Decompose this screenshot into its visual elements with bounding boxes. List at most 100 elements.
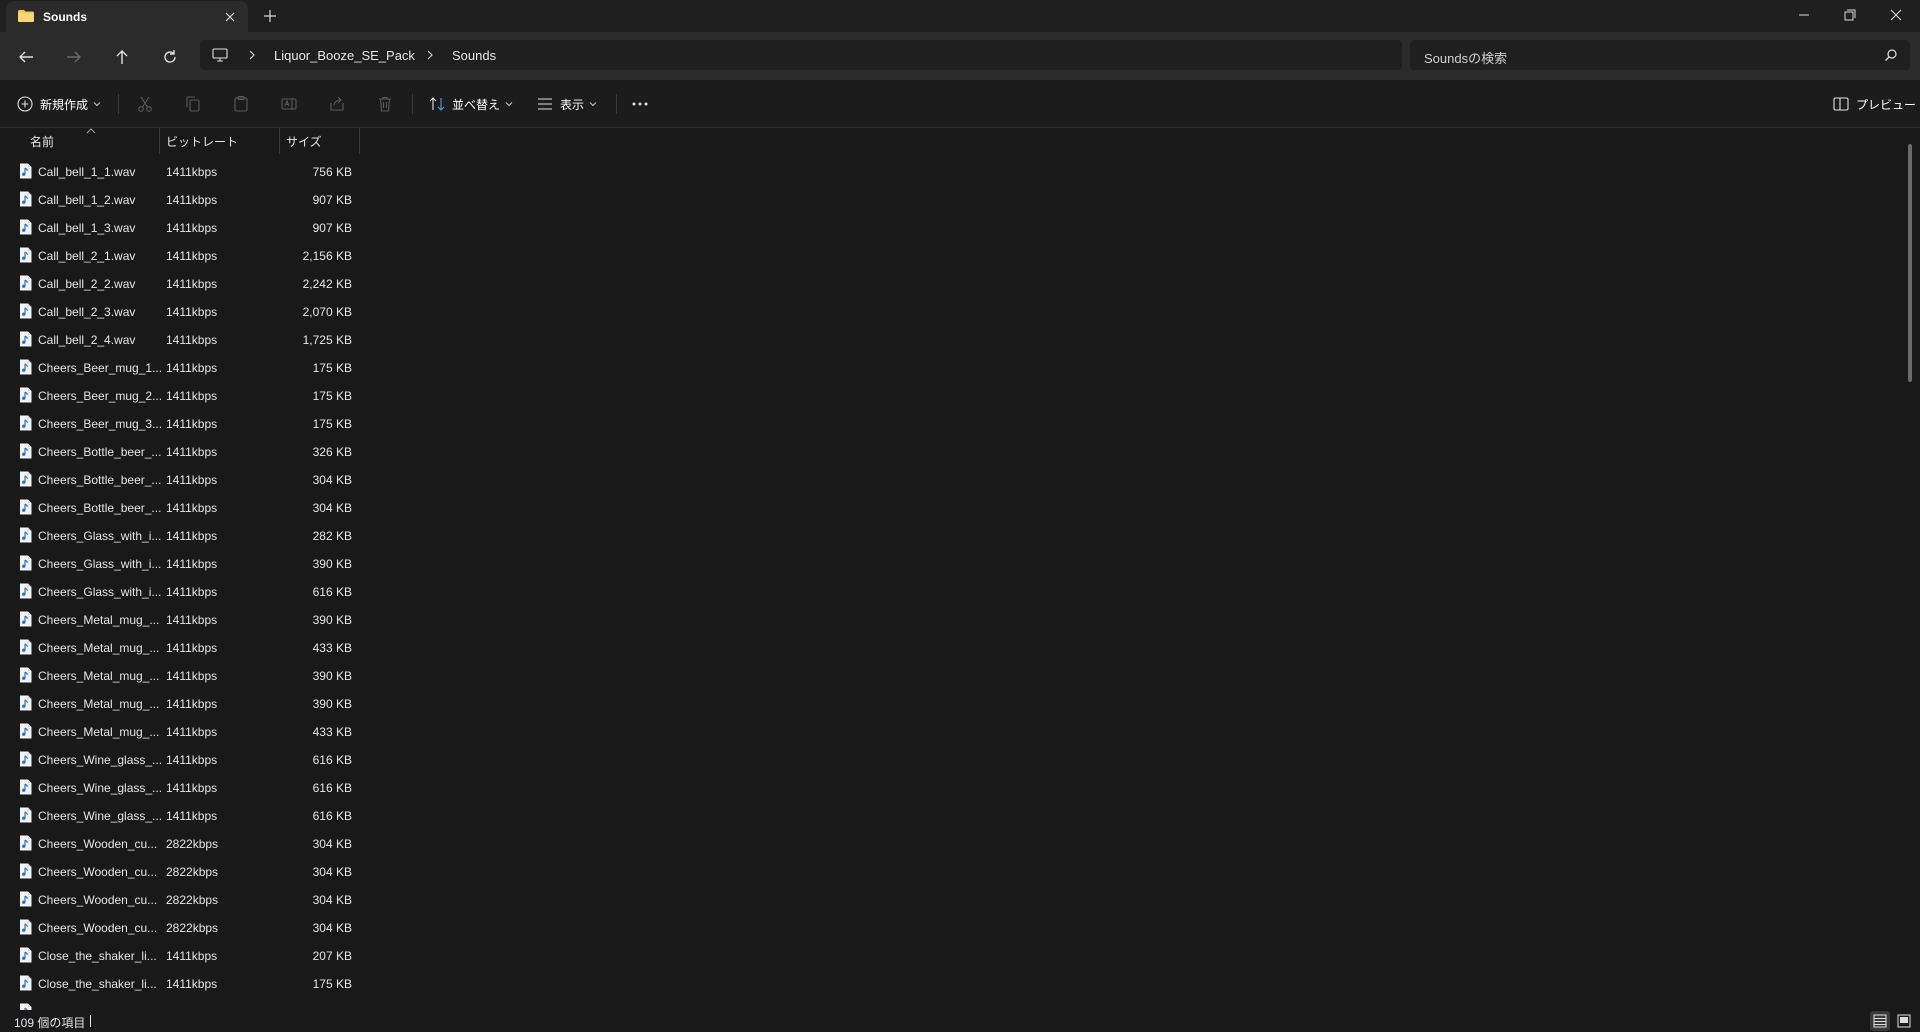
up-arrow-icon[interactable] (110, 45, 134, 69)
audio-file-icon (20, 303, 32, 319)
breadcrumb-liquor-booze-se-pack[interactable]: Liquor_Booze_SE_Pack (274, 48, 415, 63)
close-tab-icon[interactable] (220, 7, 240, 27)
computer-icon[interactable] (212, 48, 228, 62)
file-size: 1,725 KB (302, 333, 352, 347)
file-row[interactable]: Cheers_Metal_mug_... 1411kbps 390 KB (0, 689, 360, 717)
large-icons-view-button[interactable] (1894, 1011, 1914, 1031)
file-row[interactable]: Cheers_Wooden_cu... 2822kbps 304 KB (0, 829, 360, 857)
file-row[interactable]: Call_bell_2_2.wav 1411kbps 2,242 KB (0, 269, 360, 297)
audio-file-icon (20, 611, 32, 627)
file-row[interactable]: Cheers_Metal_mug_... 1411kbps 390 KB (0, 661, 360, 689)
file-row[interactable]: Cheers_Metal_mug_... 1411kbps 433 KB (0, 717, 360, 745)
file-size: 616 KB (312, 753, 352, 767)
column-divider[interactable] (359, 128, 360, 154)
file-row[interactable]: Cheers_Wine_glass_... 1411kbps 616 KB (0, 801, 360, 829)
file-bitrate: 1411kbps (166, 725, 218, 739)
audio-file-icon (20, 415, 32, 431)
refresh-icon[interactable] (158, 45, 182, 69)
toolbar-divider (616, 94, 617, 114)
file-name: Cheers_Wooden_cu... (38, 865, 158, 879)
column-divider[interactable] (279, 128, 280, 154)
file-row[interactable]: Close_the_shaker_li... 1411kbps 207 KB (0, 941, 360, 969)
file-name: Call_bell_1_3.wav (38, 221, 136, 235)
audio-file-icon (20, 1003, 32, 1010)
breadcrumb-sounds[interactable]: Sounds (452, 48, 496, 63)
minimize-icon[interactable] (1792, 4, 1816, 26)
scrollbar-thumb[interactable] (1908, 144, 1912, 382)
rename-button[interactable] (280, 92, 298, 116)
tab-sounds[interactable]: Sounds (6, 1, 248, 32)
preview-pane-icon (1833, 97, 1849, 111)
audio-file-icon (20, 807, 32, 823)
copy-icon (186, 96, 200, 112)
file-row[interactable]: Cheers_Wine_glass_... 1411kbps 616 KB (0, 773, 360, 801)
column-divider[interactable] (159, 128, 160, 154)
chevron-right-icon[interactable] (424, 48, 436, 62)
file-name: Cheers_Wooden_cu... (38, 921, 158, 935)
file-bitrate: 1411kbps (166, 389, 218, 403)
file-row[interactable]: Cheers_Wooden_cu... 2822kbps 304 KB (0, 913, 360, 941)
delete-button[interactable] (376, 92, 394, 116)
forward-arrow-icon[interactable] (62, 45, 86, 69)
file-row[interactable]: Cheers_Wooden_cu... 2822kbps 304 KB (0, 885, 360, 913)
new-tab-icon[interactable] (260, 6, 280, 26)
file-row[interactable]: Call_bell_2_4.wav 1411kbps 1,725 KB (0, 325, 360, 353)
status-divider (90, 1015, 91, 1027)
file-row[interactable]: Cheers_Beer_mug_1... 1411kbps 175 KB (0, 353, 360, 381)
audio-file-icon (20, 835, 32, 851)
close-window-icon[interactable] (1884, 4, 1908, 26)
restore-icon[interactable] (1838, 4, 1862, 26)
audio-file-icon (20, 863, 32, 879)
search-icon[interactable] (1884, 48, 1898, 62)
more-icon (632, 102, 648, 106)
file-size: 175 KB (312, 389, 352, 403)
column-header-bitrate[interactable]: ビットレート (166, 133, 238, 150)
file-row[interactable]: Call_bell_1_3.wav 1411kbps 907 KB (0, 213, 360, 241)
file-row[interactable]: Cheers_Metal_mug_... 1411kbps 433 KB (0, 633, 360, 661)
file-row[interactable]: Cheers_Beer_mug_2... 1411kbps 175 KB (0, 381, 360, 409)
file-name: Close_the_shaker_li... (38, 949, 157, 963)
file-row[interactable]: Cheers_Glass_with_i... 1411kbps 282 KB (0, 521, 360, 549)
column-header-size[interactable]: サイズ (286, 133, 322, 150)
column-header-name[interactable]: 名前 (30, 133, 54, 150)
file-row[interactable]: Call_bell_2_3.wav 1411kbps 2,070 KB (0, 297, 360, 325)
file-row[interactable]: Close_the_shaker_li... 1411kbps 175 KB (0, 969, 360, 997)
file-row[interactable]: Cheers_Glass_with_i... 1411kbps 390 KB (0, 549, 360, 577)
file-row[interactable]: Cheers_Bottle_beer_... 1411kbps 326 KB (0, 437, 360, 465)
file-size: 304 KB (312, 893, 352, 907)
cut-button[interactable] (136, 92, 154, 116)
item-count: 109 個の項目 (14, 1016, 86, 1030)
preview-pane-button[interactable]: プレビュー (1832, 92, 1916, 116)
file-row[interactable]: Call_bell_1_2.wav 1411kbps 907 KB (0, 185, 360, 213)
file-size: 390 KB (312, 613, 352, 627)
file-row[interactable]: Cheers_Bottle_beer_... 1411kbps 304 KB (0, 465, 360, 493)
more-options-button[interactable] (630, 92, 650, 116)
view-button[interactable]: 表示 (536, 92, 597, 116)
file-row[interactable]: Cheers_Metal_mug_... 1411kbps 390 KB (0, 605, 360, 633)
new-button[interactable]: 新規作成 (16, 92, 101, 116)
details-view-button[interactable] (1870, 1011, 1890, 1031)
file-row[interactable]: Cheers_Glass_with_i... 1411kbps 616 KB (0, 577, 360, 605)
address-bar[interactable]: Liquor_Booze_SE_Pack Sounds (200, 40, 1402, 70)
file-bitrate: 2822kbps (166, 837, 219, 851)
file-row[interactable]: Cheers_Wine_glass_... 1411kbps 616 KB (0, 745, 360, 773)
file-row[interactable]: Cheers_Bottle_beer_... 1411kbps 304 KB (0, 493, 360, 521)
copy-button[interactable] (184, 92, 202, 116)
file-bitrate: 1411kbps (166, 697, 218, 711)
file-row[interactable]: Cheers_Wooden_cu... 2822kbps 304 KB (0, 857, 360, 885)
paste-button[interactable] (232, 92, 250, 116)
tab-title: Sounds (43, 10, 87, 24)
file-row[interactable] (0, 997, 360, 1010)
search-input[interactable]: Soundsの検索 (1410, 40, 1910, 70)
file-size: 175 KB (312, 361, 352, 375)
new-button-label: 新規作成 (40, 97, 89, 112)
file-name: Cheers_Metal_mug_... (38, 669, 160, 683)
file-row[interactable]: Cheers_Beer_mug_3... 1411kbps 175 KB (0, 409, 360, 437)
file-row[interactable]: Call_bell_1_1.wav 1411kbps 756 KB (0, 157, 360, 185)
file-bitrate: 1411kbps (166, 529, 218, 543)
chevron-right-icon[interactable] (246, 48, 258, 62)
sort-button[interactable]: 並べ替え (428, 92, 513, 116)
share-button[interactable] (328, 92, 346, 116)
file-row[interactable]: Call_bell_2_1.wav 1411kbps 2,156 KB (0, 241, 360, 269)
back-arrow-icon[interactable] (14, 45, 38, 69)
